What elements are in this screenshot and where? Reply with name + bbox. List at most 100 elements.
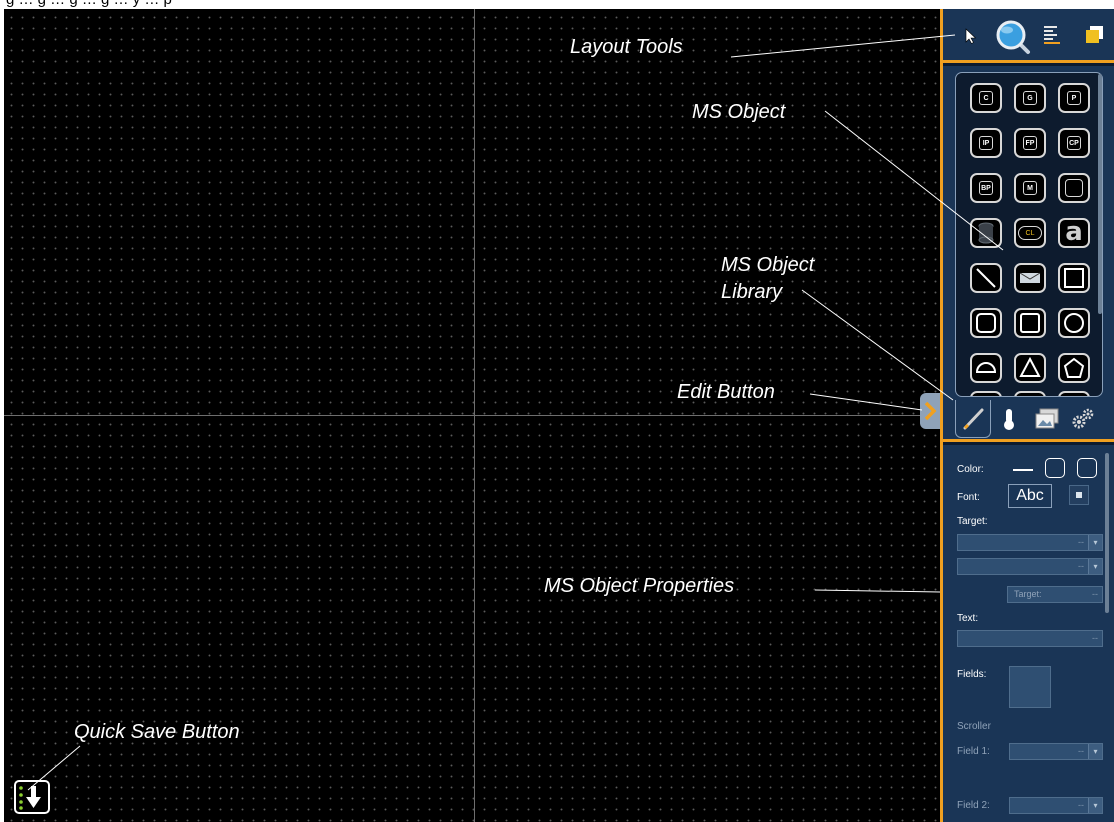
library-scrollbar[interactable] xyxy=(1098,74,1102,314)
alignment-dot-icon xyxy=(1076,492,1082,498)
object-image-button[interactable] xyxy=(1014,263,1046,293)
object-blank-button[interactable] xyxy=(1058,173,1090,203)
thermometer-tab-icon[interactable] xyxy=(991,400,1027,438)
object-focus-palette-button[interactable]: FP xyxy=(1014,128,1046,158)
empty-value: -- xyxy=(1092,589,1098,599)
object-cylinder-button[interactable] xyxy=(970,218,1002,248)
callout-ms-object: MS Object xyxy=(692,101,786,123)
object-partial-button[interactable] xyxy=(1014,391,1046,396)
sub-target-field[interactable]: Target: -- xyxy=(1007,586,1103,603)
field2-select[interactable]: -- ▾ xyxy=(1009,797,1103,814)
empty-value: -- xyxy=(1078,746,1084,756)
semicircle-icon xyxy=(975,362,997,373)
callout-layout-tools: Layout Tools xyxy=(570,36,683,58)
object-intensity-palette-button[interactable]: IP xyxy=(970,128,1002,158)
target-select[interactable]: -- ▾ xyxy=(957,558,1103,575)
rounded-rect-icon xyxy=(976,313,996,333)
object-rounded-rect-button[interactable] xyxy=(970,308,1002,338)
square-icon xyxy=(1064,268,1084,288)
quick-save-button[interactable] xyxy=(14,780,50,814)
object-label: BP xyxy=(979,181,993,195)
object-circle-button[interactable] xyxy=(1058,308,1090,338)
object-semicircle-button[interactable] xyxy=(970,353,1002,383)
object-rect-button[interactable] xyxy=(1014,308,1046,338)
text-input[interactable]: -- xyxy=(957,630,1103,647)
font-label: Font: xyxy=(957,492,980,503)
caption-strip: g … g … g … g … y … p xyxy=(0,0,1114,9)
edit-tab-icon[interactable] xyxy=(955,400,991,438)
object-text-button[interactable]: a xyxy=(1058,218,1090,248)
layers-icon[interactable] xyxy=(1083,23,1105,47)
object-macro-button[interactable]: M xyxy=(1014,173,1046,203)
images-tab-icon[interactable] xyxy=(1029,400,1065,438)
line-icon xyxy=(976,268,996,288)
chevron-down-icon: ▾ xyxy=(1088,798,1102,813)
field1-select[interactable]: -- ▾ xyxy=(1009,743,1103,760)
save-download-icon xyxy=(19,786,41,810)
fill-color-swatch[interactable] xyxy=(1077,458,1097,478)
sub-target-label: Target: xyxy=(1014,589,1042,599)
circle-icon xyxy=(1064,313,1084,333)
empty-value: -- xyxy=(1078,537,1084,547)
properties-scrollbar[interactable] xyxy=(1105,453,1109,613)
right-panel: C G P IP FP CP BP M CL a Color: Font: Ab… xyxy=(940,9,1114,822)
line-color-swatch[interactable] xyxy=(1013,469,1033,471)
layout-tools-bar xyxy=(943,9,1114,63)
callout-ms-object-library-line2: Library xyxy=(721,281,783,303)
image-icon xyxy=(1019,272,1041,283)
object-line-button[interactable] xyxy=(970,263,1002,293)
text-label: Text: xyxy=(957,613,979,624)
callout-ms-object-properties: MS Object Properties xyxy=(544,575,735,597)
object-channel-button[interactable]: C xyxy=(970,83,1002,113)
object-color-palette-button[interactable]: CP xyxy=(1058,128,1090,158)
callout-quick-save-button: Quick Save Button xyxy=(74,721,240,743)
object-label: FP xyxy=(1023,136,1037,150)
caption-fragment: g … g … g … g … y … p xyxy=(6,0,172,8)
callout-ms-object-library-line1: MS Object xyxy=(721,254,815,276)
callout-edit-button: Edit Button xyxy=(677,381,775,403)
chevron-right-icon xyxy=(924,401,937,421)
empty-value: -- xyxy=(1078,561,1084,571)
object-square-button[interactable] xyxy=(1058,263,1090,293)
fields-list[interactable] xyxy=(1009,666,1051,708)
magic-sheet-canvas[interactable] xyxy=(4,9,940,822)
ms-object-properties: Color: Font: Abc Target: -- ▾ -- ▾ Targe… xyxy=(943,445,1114,822)
magnifier-icon[interactable] xyxy=(995,19,1031,55)
target-label: Target: xyxy=(957,516,988,527)
field1-label: Field 1: xyxy=(957,746,990,757)
scroller-label: Scroller xyxy=(957,721,991,732)
align-lines-icon[interactable] xyxy=(1041,23,1063,47)
object-label: CP xyxy=(1067,136,1081,150)
object-partial-button[interactable] xyxy=(970,391,1002,396)
pointer-icon[interactable] xyxy=(963,25,979,47)
object-label: G xyxy=(1023,91,1037,105)
object-command-line-button[interactable]: CL xyxy=(1014,218,1046,248)
font-alignment-button[interactable] xyxy=(1069,485,1089,505)
object-preset-button[interactable]: P xyxy=(1058,83,1090,113)
object-label: C xyxy=(979,91,993,105)
object-partial-button[interactable] xyxy=(1058,391,1090,396)
object-label: M xyxy=(1023,181,1037,195)
fields-label: Fields: xyxy=(957,669,987,680)
field2-label: Field 2: xyxy=(957,800,990,811)
chevron-down-icon: ▾ xyxy=(1088,744,1102,759)
cylinder-icon xyxy=(978,222,994,244)
object-beam-palette-button[interactable]: BP xyxy=(970,173,1002,203)
target-type-select[interactable]: -- ▾ xyxy=(957,534,1103,551)
object-group-button[interactable]: G xyxy=(1014,83,1046,113)
border-color-swatch[interactable] xyxy=(1045,458,1065,478)
object-pentagon-button[interactable] xyxy=(1058,353,1090,383)
edit-button[interactable] xyxy=(920,393,940,429)
triangle-icon xyxy=(1019,357,1041,377)
empty-value: -- xyxy=(1078,800,1084,810)
canvas-divider-horizontal xyxy=(4,415,940,416)
color-label: Color: xyxy=(957,464,984,475)
font-sample-button[interactable]: Abc xyxy=(1008,484,1052,508)
object-triangle-button[interactable] xyxy=(1014,353,1046,383)
object-label: IP xyxy=(979,136,993,150)
chevron-down-icon: ▾ xyxy=(1088,535,1102,550)
text-object-glyph: a xyxy=(1065,216,1083,247)
blank-square-icon xyxy=(1065,179,1083,197)
gears-tab-icon[interactable] xyxy=(1065,400,1101,438)
chevron-down-icon: ▾ xyxy=(1088,559,1102,574)
